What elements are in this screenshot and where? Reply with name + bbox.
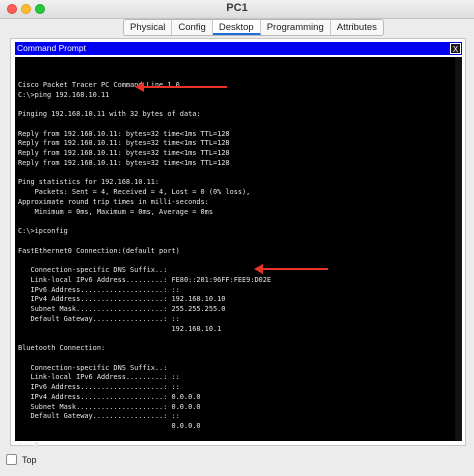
terminal-line: Link-local IPv6 Address.........: FE80::… [18,275,272,284]
top-checkbox[interactable] [6,454,17,465]
terminal-scrollbar[interactable] [455,57,462,441]
terminal-line: IPv6 Address....................: :: [18,383,180,391]
terminal-cursor [34,442,38,449]
terminal-line: Subnet Mask.....................: 255.25… [18,305,226,313]
annotation-arrow-ipv4 [254,264,328,274]
terminal-line: Connection-specific DNS Suffix..: [18,266,168,274]
desktop-panel: Command Prompt X Cisco Packet Tracer PC … [10,38,466,450]
terminal-line: Minimum = 0ms, Maximum = 0ms, Average = … [18,207,213,216]
top-option[interactable]: Top [6,454,37,465]
terminal-line: 0.0.0.0 [18,422,201,430]
terminal-line: Ping statistics for 192.168.10.11: [18,178,160,187]
terminal-lines: Cisco Packet Tracer PC Command Line 1.0 C… [18,71,271,451]
terminal-line: Packets: Sent = 4, Received = 4, Lost = … [18,188,251,196]
terminal-line: Reply from 192.168.10.11: bytes=32 time<… [18,149,230,157]
terminal-line: Approximate round trip times in milli-se… [18,197,209,206]
terminal-line: C:\>ping 192.168.10.11 [18,90,110,99]
terminal-line: Reply from 192.168.10.11: bytes=32 time<… [18,158,230,167]
window-titlebar: PC1 [0,0,474,19]
tab-attributes[interactable]: Attributes [331,20,383,35]
terminal-line: Default Gateway.................: :: [18,314,180,323]
terminal-line: Reply from 192.168.10.11: bytes=32 time<… [18,139,230,148]
terminal-line: Reply from 192.168.10.11: bytes=32 time<… [18,129,230,138]
window-title: PC1 [226,2,248,14]
terminal-line: Pinging 192.168.10.11 with 32 bytes of d… [18,110,201,118]
terminal-line: FastEthernet0 Connection:(default port) [18,246,180,255]
terminal-line: Default Gateway.................: :: [18,412,180,421]
terminal-output[interactable]: Cisco Packet Tracer PC Command Line 1.0 C… [15,57,462,450]
terminal-line: 192.168.10.1 [18,324,222,333]
tab-physical[interactable]: Physical [124,20,173,35]
terminal-line: Bluetooth Connection: [18,344,106,352]
terminal-line: IPv6 Address....................: :: [18,285,180,294]
tab-bar: Physical Config Desktop Programming Attr… [123,19,384,36]
terminal-line: Subnet Mask.....................: 0.0.0.… [18,402,201,411]
terminal-line: Link-local IPv6 Address.........: :: [18,373,180,382]
terminal-line: IPv4 Address....................: 0.0.0.… [18,392,201,401]
tab-config[interactable]: Config [172,20,213,35]
terminal-line: C:\>ipconfig [18,227,68,235]
terminal-line: C:\> [18,442,271,452]
annotation-arrow-ping [135,82,227,92]
command-prompt-title: Command Prompt [17,43,86,53]
close-command-prompt-button[interactable]: X [450,43,461,54]
top-label: Top [22,454,37,465]
command-prompt-titlebar: Command Prompt X [15,42,462,55]
terminal-line: Connection-specific DNS Suffix..: [18,363,168,372]
tab-desktop[interactable]: Desktop [212,20,261,35]
terminal-line: IPv4 Address....................: 192.16… [18,295,226,304]
tab-programming[interactable]: Programming [261,20,331,35]
